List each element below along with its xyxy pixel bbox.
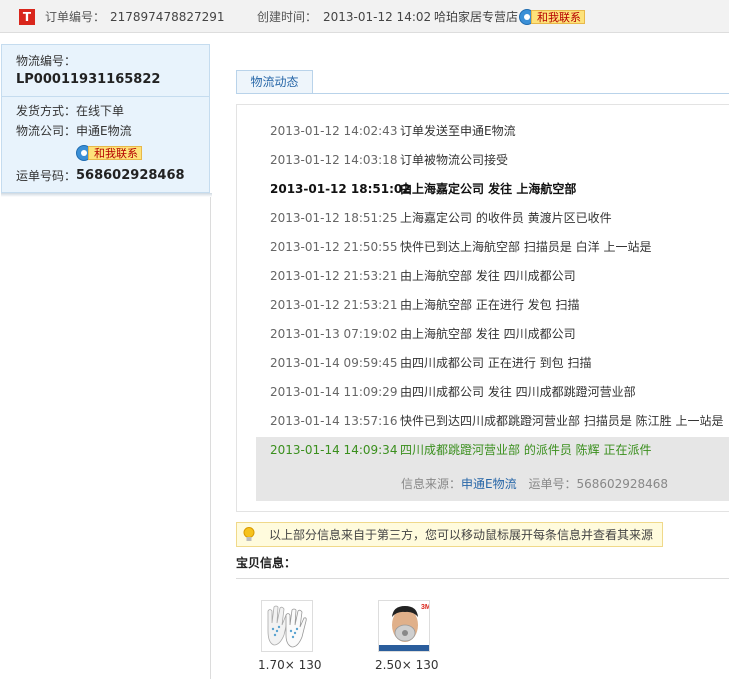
created-time: 2013-01-12 14:02 — [323, 10, 432, 24]
source-company-link[interactable]: 申通E物流 — [461, 477, 517, 491]
tracking-log-row: 2013-01-12 18:51:02由上海嘉定公司 发往 上海航空部 — [270, 182, 577, 196]
order-number-label: 订单编号： — [45, 10, 106, 24]
logistics-company-label: 物流公司： — [16, 124, 77, 138]
ship-method-label: 发货方式： — [16, 104, 77, 118]
panel-divider — [2, 96, 209, 97]
logistics-info-panel: 物流编号： LP00011931165822 发货方式： 在线下单 物流公司： … — [1, 44, 210, 193]
contact-button-label: 和我联系 — [531, 10, 585, 24]
tracking-log-row: 2013-01-12 21:50:55 快件已到达上海航空部 扫描员是 白洋 上一… — [270, 240, 652, 254]
tracking-log-row: 2013-01-14 13:57:16 快件已到达四川成都跳蹬河营业部 扫描员是 … — [270, 414, 724, 428]
column-divider — [210, 197, 211, 679]
tracking-log-row: 2013-01-12 14:02:43 订单发送至申通E物流 — [270, 124, 516, 138]
info-source: 信息来源：申通E物流 运单号：568602928468 — [401, 476, 668, 492]
product-thumbnail[interactable] — [261, 600, 313, 652]
tracking-log-row: 2013-01-12 21:53:21 由上海航空部 发往 四川成都公司 — [270, 269, 576, 283]
product-divider — [236, 578, 729, 579]
logistics-number: LP00011931165822 — [16, 72, 161, 87]
waybill-number: 568602928468 — [76, 168, 185, 183]
tracking-log-row-latest: 2013-01-14 14:09:34 四川成都跳蹬河营业部 的派件员 陈辉 正在… — [270, 443, 652, 457]
third-party-notice: 以上部分信息来自于第三方，您可以移动鼠标展开每条信息并查看其来源 — [236, 522, 663, 547]
gloves-image — [262, 601, 312, 651]
mask-image: 3M — [379, 601, 430, 651]
tab-underline — [236, 93, 729, 94]
tracking-log-row: 2013-01-14 11:09:29 由四川成都公司 发往 四川成都跳蹬河营业部 — [270, 385, 636, 399]
logistics-number-label: 物流编号： — [16, 54, 77, 68]
tracking-log-row: 2013-01-12 14:03:18 订单被物流公司接受 — [270, 153, 509, 167]
tracking-log-row: 2013-01-14 09:59:45 由四川成都公司 正在进行 到包 扫描 — [270, 356, 592, 370]
contact-button-label: 和我联系 — [88, 146, 142, 160]
tracking-log-row: 2013-01-12 18:51:25 上海嘉定公司 的收件员 黄渡片区已收件 — [270, 211, 612, 225]
product-info-title: 宝贝信息： — [236, 556, 297, 570]
ship-method: 在线下单 — [76, 104, 125, 118]
tracking-log-row: 2013-01-13 07:19:02 由上海航空部 发往 四川成都公司 — [270, 327, 576, 341]
panel-shadow — [1, 193, 212, 197]
lightbulb-icon — [243, 527, 255, 541]
contact-seller-button[interactable]: 和我联系 — [519, 8, 588, 26]
source-waybill-number: 568602928468 — [576, 477, 669, 491]
tab-logistics-tracking[interactable]: 物流动态 — [236, 70, 313, 94]
product-quantity: 1.70× 130 — [258, 658, 322, 672]
waybill-label: 运单号码： — [16, 169, 77, 183]
created-time-label: 创建时间： — [257, 10, 318, 24]
tmall-logo-icon: T — [19, 9, 35, 25]
contact-logistics-button[interactable]: 和我联系 — [76, 144, 145, 162]
order-header: T 订单编号： 217897478827291 创建时间： 2013-01-12… — [0, 0, 729, 33]
shop-name[interactable]: 哈珀家居专营店 — [434, 9, 518, 25]
logistics-company-link[interactable]: 申通E物流 — [76, 124, 132, 138]
3m-badge: 3M — [421, 604, 430, 611]
source-label: 信息来源： — [401, 477, 462, 491]
product-quantity: 2.50× 130 — [375, 658, 439, 672]
product-thumbnail[interactable]: 3M — [378, 600, 430, 652]
notice-text: 以上部分信息来自于第三方，您可以移动鼠标展开每条信息并查看其来源 — [269, 528, 654, 542]
source-waybill-label: 运单号： — [528, 477, 577, 491]
order-number: 217897478827291 — [110, 10, 225, 24]
tracking-log-row: 2013-01-12 21:53:21 由上海航空部 正在进行 发包 扫描 — [270, 298, 580, 312]
